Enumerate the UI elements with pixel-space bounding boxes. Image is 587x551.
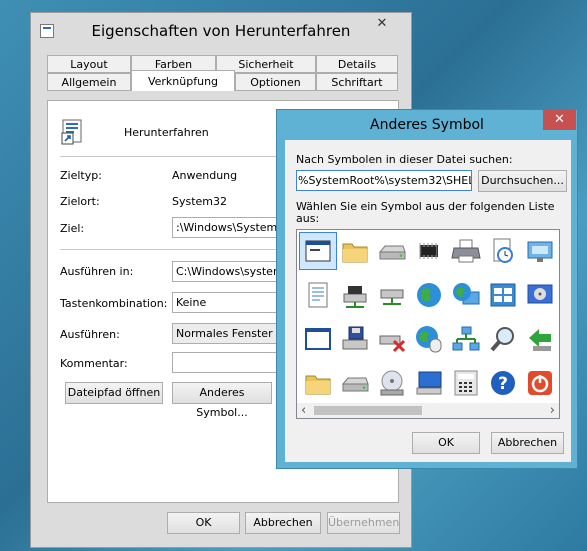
icon-file-path-input[interactable]: %SystemRoot%\system32\SHELL32 bbox=[296, 170, 472, 191]
choose-icon-label: Wählen Sie ein Symbol aus der folgenden … bbox=[296, 200, 555, 225]
drive-icon[interactable] bbox=[337, 365, 373, 401]
tastenkombination-label: Tastenkombination: bbox=[60, 297, 168, 310]
abbrechen-button[interactable]: Abbrechen bbox=[245, 512, 321, 534]
tab-verknuepfung[interactable]: Verknüpfung bbox=[131, 70, 235, 91]
dateipfad-oeffnen-button[interactable]: Dateipfad öffnen bbox=[65, 382, 163, 404]
shortcut-icon[interactable] bbox=[559, 277, 560, 313]
monitor-icon[interactable] bbox=[411, 365, 447, 401]
zielort-label: Zielort: bbox=[60, 195, 100, 208]
magnifier-icon[interactable] bbox=[485, 321, 521, 357]
properties-titlebar[interactable]: Eigenschaften von Herunterfahren ✕ bbox=[31, 13, 411, 49]
properties-close-button[interactable]: ✕ bbox=[359, 14, 405, 34]
ausfuehren-in-label: Ausführen in: bbox=[60, 265, 134, 278]
speaker-icon[interactable] bbox=[559, 365, 560, 401]
scrollbar-thumb[interactable] bbox=[314, 406, 422, 415]
tab-optionen[interactable]: Optionen bbox=[235, 73, 316, 91]
properties-title: Eigenschaften von Herunterfahren bbox=[91, 22, 351, 40]
drive-error-icon[interactable] bbox=[374, 321, 410, 357]
tab-details[interactable]: Details bbox=[316, 55, 398, 73]
globe-monitor-icon[interactable] bbox=[448, 277, 484, 313]
dialog-ok-button[interactable]: OK bbox=[412, 432, 480, 454]
shortcut-file-icon bbox=[60, 118, 88, 146]
zielort-value: System32 bbox=[172, 195, 228, 208]
search-file-label: Nach Symbolen in dieser Datei suchen: bbox=[296, 153, 513, 166]
control-panel-icon[interactable] bbox=[485, 277, 521, 313]
scroll-right-icon[interactable]: › bbox=[550, 403, 555, 418]
zieltyp-label: Zieltyp: bbox=[60, 169, 102, 182]
shortcut-icon[interactable] bbox=[559, 321, 560, 357]
printer-icon[interactable] bbox=[448, 233, 484, 269]
folder-icon[interactable] bbox=[300, 365, 336, 401]
clock-document-icon[interactable] bbox=[485, 233, 521, 269]
scroll-left-icon[interactable]: ‹ bbox=[301, 403, 306, 418]
shortcut-name: Herunterfahren bbox=[124, 126, 209, 139]
drive-icon[interactable] bbox=[374, 233, 410, 269]
window-icon[interactable] bbox=[300, 321, 336, 357]
icon-list[interactable]: ‹ › ? bbox=[296, 229, 560, 419]
network-drive-x-icon[interactable] bbox=[374, 277, 410, 313]
ziel-label: Ziel: bbox=[60, 222, 85, 235]
save-drive-icon[interactable] bbox=[337, 321, 373, 357]
chip-icon[interactable] bbox=[411, 233, 447, 269]
network-drive-icon[interactable] bbox=[337, 277, 373, 313]
help-icon[interactable]: ? bbox=[485, 365, 521, 401]
ausfuehren-label: Ausführen: bbox=[60, 328, 120, 341]
tab-allgemein[interactable]: Allgemein bbox=[47, 73, 131, 91]
green-arrow-icon[interactable] bbox=[522, 321, 558, 357]
dialog-close-button[interactable]: ✕ bbox=[543, 110, 576, 130]
pointer-icon[interactable] bbox=[559, 233, 560, 269]
calculator-icon[interactable] bbox=[448, 365, 484, 401]
icon-list-scrollbar[interactable]: ‹ › bbox=[297, 403, 559, 418]
globe-mouse-icon[interactable] bbox=[411, 321, 447, 357]
cd-monitor-icon[interactable] bbox=[522, 277, 558, 313]
svg-text:?: ? bbox=[498, 374, 508, 394]
network-icon[interactable] bbox=[448, 321, 484, 357]
dialog-abbrechen-button[interactable]: Abbrechen bbox=[491, 432, 564, 454]
tab-layout[interactable]: Layout bbox=[47, 55, 131, 73]
anderes-symbol-dialog: Anderes Symbol ✕ Nach Symbolen in dieser… bbox=[276, 109, 578, 469]
dialog-body: Nach Symbolen in dieser Datei suchen: %S… bbox=[285, 140, 571, 462]
document-lines-icon[interactable] bbox=[300, 277, 336, 313]
anderes-symbol-button[interactable]: Anderes Symbol... bbox=[172, 382, 272, 419]
durchsuchen-button[interactable]: Durchsuchen... bbox=[478, 170, 567, 192]
uebernehmen-button[interactable]: Übernehmen bbox=[327, 512, 400, 534]
folder-icon[interactable] bbox=[337, 233, 373, 269]
kommentar-label: Kommentar: bbox=[60, 357, 128, 370]
blank-window-icon[interactable] bbox=[299, 232, 337, 270]
ok-button[interactable]: OK bbox=[167, 512, 240, 534]
zieltyp-value: Anwendung bbox=[172, 169, 238, 182]
tab-schriftart[interactable]: Schriftart bbox=[316, 73, 398, 91]
power-icon[interactable] bbox=[522, 365, 558, 401]
globe-icon[interactable] bbox=[411, 277, 447, 313]
display-icon[interactable] bbox=[522, 233, 558, 269]
cd-drive-icon[interactable] bbox=[374, 365, 410, 401]
dialog-title: Anderes Symbol bbox=[370, 117, 484, 133]
